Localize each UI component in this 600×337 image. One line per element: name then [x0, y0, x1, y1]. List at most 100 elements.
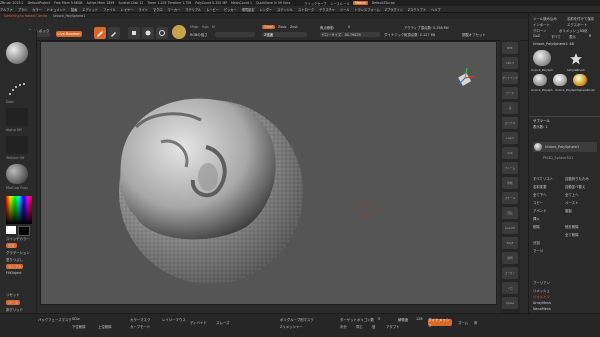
merge-button[interactable]: マージ — [533, 248, 543, 253]
sculpt-object[interactable] — [119, 98, 303, 284]
delete-button[interactable]: 削除 — [533, 224, 540, 229]
boolean-button[interactable]: ブーリアン — [533, 280, 550, 285]
same-button[interactable]: 同じ — [356, 324, 363, 329]
see-through[interactable]: シースルー 0 — [330, 1, 349, 6]
viewport-tool-button[interactable]: ゴースト — [502, 267, 518, 279]
viewport-tool-button[interactable]: 透明 — [502, 252, 518, 264]
del-higher-button[interactable]: 上位削除 — [98, 324, 112, 329]
persp-button[interactable]: パース — [6, 300, 21, 305]
color-mask-toggle[interactable]: カラーマスク — [130, 317, 150, 322]
menu-item[interactable]: マーカー — [168, 7, 181, 12]
r-button[interactable]: R — [589, 34, 591, 38]
lazy-mouse-toggle[interactable]: レイジーマウス — [162, 317, 186, 322]
matcap-sphere-icon[interactable] — [6, 164, 28, 184]
floor-button[interactable]: 床 — [474, 320, 477, 325]
m-toggle[interactable]: M — [212, 25, 215, 29]
viewport-tool-button[interactable]: Line Fill — [502, 222, 518, 234]
viewport-tool-button[interactable]: ソロ — [502, 282, 518, 294]
scale-button[interactable] — [142, 27, 154, 39]
menu-item[interactable]: ムービー — [206, 7, 219, 12]
zsub-toggle[interactable]: Zsub — [278, 25, 286, 29]
menu-item[interactable]: トランスフォーム — [354, 7, 379, 12]
menus-button[interactable]: Menus — [353, 1, 368, 5]
viewport-tool-button[interactable]: SPix 3 — [502, 57, 518, 69]
tool-thumb-polysphere[interactable] — [533, 74, 547, 86]
gradient-button[interactable]: グラデーション — [6, 250, 30, 255]
rgb-intensity-slider[interactable] — [215, 32, 255, 37]
menu-item[interactable]: テクスチャ — [319, 7, 335, 12]
menu-item[interactable]: ヘルプ — [431, 7, 441, 12]
all-button[interactable]: すべて — [551, 34, 561, 39]
sample-button[interactable]: サンプル — [6, 264, 24, 269]
resolution-value[interactable]: 128 — [416, 317, 422, 321]
double-button[interactable]: 倍 — [372, 324, 375, 329]
export-button[interactable]: エクスポート — [567, 22, 587, 27]
viewport-tool-button[interactable]: ローカル — [502, 117, 518, 129]
simple-brush-star-icon[interactable] — [569, 52, 583, 66]
menu-item[interactable]: ストローク — [298, 7, 314, 12]
menu-item[interactable]: レイヤー — [121, 7, 134, 12]
menu-item[interactable]: マクロ — [153, 7, 163, 12]
viewport-tool-button[interactable]: BPR — [502, 42, 518, 54]
menu-item[interactable]: Zプラグイン — [385, 7, 403, 12]
del-all-button[interactable]: 全て削除 — [565, 232, 579, 237]
backface-mask-toggle[interactable]: バックフェースマスク — [38, 317, 72, 322]
zcut-toggle[interactable]: Zcut — [290, 25, 298, 29]
half-button[interactable]: 半分 — [340, 324, 347, 329]
menu-item[interactable]: ブラシ — [18, 7, 28, 12]
standard-brush-icon[interactable] — [6, 42, 28, 64]
clone-button[interactable]: クローン — [533, 28, 546, 33]
list-all-button[interactable]: すべてリスト — [533, 176, 553, 181]
alternate-button[interactable]: 交互 — [6, 243, 17, 248]
default-zscript[interactable]: DefaultZScript — [372, 1, 395, 5]
viewport-tool-button[interactable]: ダイナミック — [502, 72, 518, 84]
material-sphere-icon[interactable] — [172, 25, 186, 39]
nanomesh-section[interactable]: NanoMesh — [533, 307, 551, 311]
viewport-tool-button[interactable]: 回転 — [502, 207, 518, 219]
dots-stroke-icon[interactable] — [6, 80, 28, 98]
rename-button[interactable]: 名前変更 — [533, 184, 547, 189]
smooth-brush-label[interactable]: スムーズ — [216, 320, 229, 325]
adapt-button[interactable]: アダプト — [386, 324, 400, 329]
mrgb-toggle[interactable]: Mrgb — [190, 25, 199, 29]
del-lower-button[interactable]: 下位削除 — [72, 324, 86, 329]
save-as-button[interactable]: 名前を付けて保存 — [567, 16, 594, 21]
viewport-canvas[interactable] — [40, 41, 497, 305]
all-low-button[interactable]: 全て下へ — [533, 192, 547, 197]
subtool-title[interactable]: サブツール — [533, 118, 550, 123]
move-button[interactable] — [128, 27, 140, 39]
load-tool-button[interactable]: ツール読み込み — [533, 16, 557, 21]
tool-thumb-spherebrush[interactable] — [573, 74, 587, 86]
secondary-color-swatch[interactable] — [18, 226, 30, 236]
sculpt-viewport[interactable] — [41, 42, 496, 304]
viewport-tool-button[interactable]: Xpose — [502, 297, 518, 309]
subtool-item-2[interactable]: PM3D_Sphere3D1 — [543, 156, 573, 160]
draw-button[interactable] — [108, 27, 120, 39]
menu-item[interactable]: ライト — [138, 7, 148, 12]
split-button[interactable]: 分割 — [533, 240, 540, 245]
viewport-tool-button[interactable]: 移動 — [502, 177, 518, 189]
viewport-tool-button[interactable]: PolyF — [502, 237, 518, 249]
paste-button[interactable]: ペースト — [565, 200, 578, 205]
menu-item[interactable]: ツール — [340, 7, 350, 12]
rotate-button[interactable] — [156, 27, 168, 39]
geometry-section[interactable]: ジオメトリ — [533, 294, 550, 299]
color-picker[interactable] — [6, 196, 32, 224]
fill-button[interactable]: 塗りつぶし — [6, 257, 23, 262]
primary-color-swatch[interactable] — [6, 226, 16, 234]
tool-thumb-sphere[interactable] — [533, 50, 551, 66]
subtool-row-active[interactable]: Unlock_PolySphere1 — [533, 142, 597, 152]
mask-by-polygroups[interactable]: ポリグループ別マスク — [280, 317, 314, 322]
menu-item[interactable]: エディット — [82, 7, 98, 12]
del-other-button[interactable]: 他を削除 — [565, 224, 579, 229]
adjust-offset[interactable]: 調整オフセット — [462, 32, 486, 37]
rgb-toggle[interactable]: Rgb — [202, 25, 209, 29]
switch-color-button[interactable]: スイッチカラー — [6, 236, 30, 241]
fill-object-button[interactable]: FillObject — [6, 271, 22, 275]
zoom-button[interactable]: ズーム — [458, 320, 468, 325]
viewport-tool-button[interactable]: 床 — [502, 102, 518, 114]
menu-item[interactable]: カラー — [32, 7, 42, 12]
auto-collapse-button[interactable]: 自動折りたたみ — [565, 176, 589, 181]
menu-item[interactable]: マテリアル — [185, 7, 201, 12]
menu-item[interactable]: ステンシル — [277, 7, 293, 12]
